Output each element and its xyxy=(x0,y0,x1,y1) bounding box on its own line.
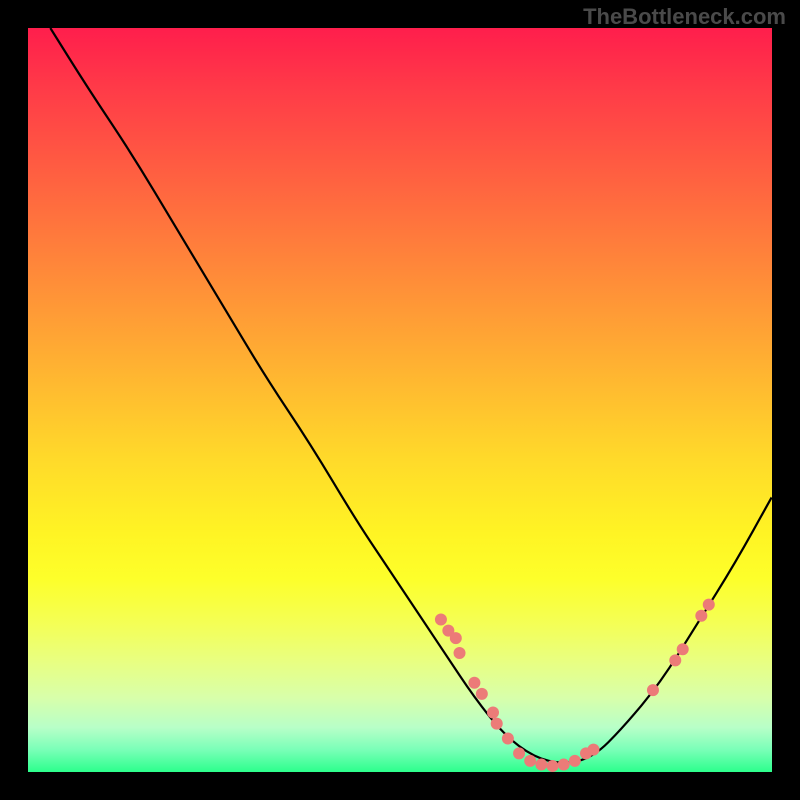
scatter-dot xyxy=(487,706,499,718)
scatter-dot xyxy=(468,677,480,689)
scatter-dot xyxy=(647,684,659,696)
scatter-dot xyxy=(435,613,447,625)
scatter-dot xyxy=(450,632,462,644)
watermark-text: TheBottleneck.com xyxy=(583,4,786,30)
scatter-dot xyxy=(535,759,547,771)
scatter-dot xyxy=(587,744,599,756)
chart-plot-area xyxy=(28,28,772,772)
scatter-dot xyxy=(695,610,707,622)
scatter-dot xyxy=(454,647,466,659)
chart-svg xyxy=(28,28,772,772)
scatter-dot xyxy=(524,755,536,767)
scatter-dot xyxy=(558,759,570,771)
scatter-dot xyxy=(502,733,514,745)
scatter-dot xyxy=(703,599,715,611)
scatter-dot xyxy=(569,755,581,767)
scatter-dot xyxy=(677,643,689,655)
curve-line xyxy=(50,28,772,763)
scatter-dots xyxy=(435,599,715,772)
scatter-dot xyxy=(513,747,525,759)
scatter-dot xyxy=(669,654,681,666)
scatter-dot xyxy=(547,760,559,772)
scatter-dot xyxy=(476,688,488,700)
scatter-dot xyxy=(491,718,503,730)
